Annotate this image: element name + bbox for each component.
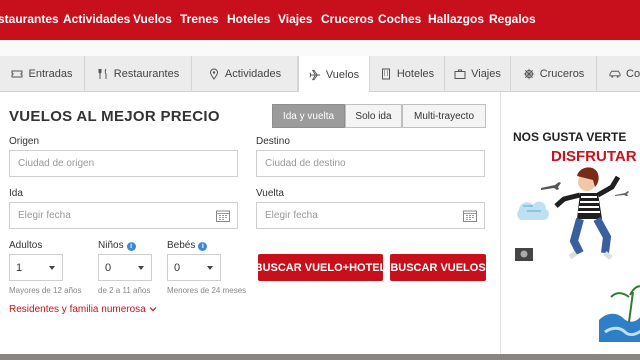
plane-icon	[309, 69, 321, 81]
topnav-viajes[interactable]: Viajes	[278, 12, 312, 26]
topnav-hallazgos[interactable]: Hallazgos	[428, 12, 484, 26]
tab-label: Restaurantes	[113, 68, 180, 80]
category-tabs: Entradas Restaurantes Actividades Vuelos…	[0, 56, 640, 93]
page-title: VUELOS AL MEJOR PRECIO	[9, 108, 220, 125]
babies-value: 0	[174, 261, 181, 274]
tab-cruceros[interactable]: Cruceros	[511, 56, 597, 92]
topnav-regalos[interactable]: Regalos	[489, 12, 536, 26]
tab-entradas[interactable]: Entradas	[0, 56, 85, 92]
info-icon[interactable]: i	[126, 242, 136, 251]
info-icon[interactable]: i	[198, 242, 208, 251]
chevron-down-icon	[207, 266, 213, 270]
babies-label-wrap: Bebés i	[167, 240, 208, 251]
fork-knife-icon	[97, 68, 109, 80]
tab-label: Hoteles	[396, 68, 435, 80]
plane-icon	[541, 182, 561, 190]
trip-type-oneway[interactable]: Solo ida	[345, 104, 402, 128]
tab-label: Cruceros	[539, 68, 585, 80]
search-flights-button[interactable]: BUSCAR VUELOS	[390, 254, 486, 281]
ticket-icon	[11, 68, 23, 80]
page-footer-edge	[0, 354, 640, 360]
children-select[interactable]: 0	[98, 254, 152, 281]
chevron-down-icon	[138, 266, 144, 270]
topnav-restaurantes[interactable]: staurantes	[0, 12, 59, 26]
return-date-placeholder: Elegir fecha	[265, 210, 318, 221]
origin-label: Origen	[9, 136, 40, 147]
chevron-down-icon	[49, 266, 55, 270]
babies-select[interactable]: 0	[167, 254, 221, 281]
tab-hoteles[interactable]: Hoteles	[370, 56, 445, 92]
car-icon	[609, 68, 621, 80]
return-date-input[interactable]: Elegir fecha	[256, 202, 485, 229]
residents-link[interactable]: Residentes y familia numerosa	[9, 304, 157, 315]
topnav-vuelos[interactable]: Vuelos	[133, 12, 172, 26]
tab-label: Viajes	[471, 68, 501, 80]
depart-label: Ida	[9, 188, 23, 199]
depart-date-input[interactable]: Elegir fecha	[9, 202, 238, 229]
origin-input[interactable]: Ciudad de origen	[9, 150, 238, 177]
topnav-trenes[interactable]: Trenes	[180, 12, 219, 26]
babies-label: Bebés	[167, 240, 196, 251]
tab-viajes[interactable]: Viajes	[445, 56, 511, 92]
adults-hint: Mayores de 12 años	[9, 286, 82, 295]
map-pin-icon	[208, 68, 220, 80]
cloud-icon	[517, 201, 549, 220]
adults-label: Adultos	[9, 240, 43, 251]
topnav-actividades[interactable]: Actividades	[63, 12, 130, 26]
tab-actividades[interactable]: Actividades	[192, 56, 298, 92]
topnav-hoteles[interactable]: Hoteles	[227, 12, 270, 26]
tab-restaurantes[interactable]: Restaurantes	[85, 56, 192, 92]
children-hint: de 2 a 11 años	[98, 286, 151, 295]
children-label-wrap: Niños i	[98, 240, 136, 251]
calendar-icon[interactable]	[463, 210, 477, 222]
destination-input[interactable]: Ciudad de destino	[256, 150, 485, 177]
trip-type-roundtrip[interactable]: Ida y vuelta	[272, 104, 345, 128]
tab-label: Co	[626, 68, 640, 80]
children-label: Niños	[98, 240, 124, 251]
topnav-cruceros[interactable]: Cruceros	[321, 12, 374, 26]
depart-date-placeholder: Elegir fecha	[18, 210, 71, 221]
adults-select[interactable]: 1	[9, 254, 63, 281]
hotel-icon	[380, 68, 392, 80]
promo-banner[interactable]: NOS GUSTA VERTE DISFRUTAR	[500, 92, 640, 356]
destination-label: Destino	[256, 136, 290, 147]
return-label: Vuelta	[256, 188, 284, 199]
topnav-coches[interactable]: Coches	[378, 12, 421, 26]
ship-wheel-icon	[523, 68, 535, 80]
adults-value: 1	[16, 261, 23, 274]
plane-icon	[615, 191, 629, 196]
header-strip	[0, 40, 640, 56]
top-nav: staurantes Actividades Vuelos Trenes Hot…	[0, 0, 640, 40]
tab-vuelos[interactable]: Vuelos	[298, 56, 370, 93]
babies-hint: Menores de 24 meses	[167, 286, 247, 295]
camera-icon	[515, 248, 533, 261]
chevron-down-icon	[149, 304, 157, 315]
tab-label: Actividades	[224, 68, 282, 80]
residents-link-label: Residentes y familia numerosa	[9, 304, 146, 315]
banner-illustration	[515, 167, 640, 342]
tab-label: Vuelos	[325, 68, 360, 81]
tab-label: Entradas	[28, 68, 73, 80]
calendar-icon[interactable]	[216, 210, 230, 222]
suitcase-icon	[454, 68, 466, 80]
search-flight-hotel-button[interactable]: BUSCAR VUELO+HOTEL	[255, 254, 386, 281]
tab-coches[interactable]: Co	[597, 56, 640, 92]
person-illustration	[554, 167, 621, 260]
children-value: 0	[105, 261, 112, 274]
trip-type-multi[interactable]: Multi-trayecto	[402, 104, 486, 128]
